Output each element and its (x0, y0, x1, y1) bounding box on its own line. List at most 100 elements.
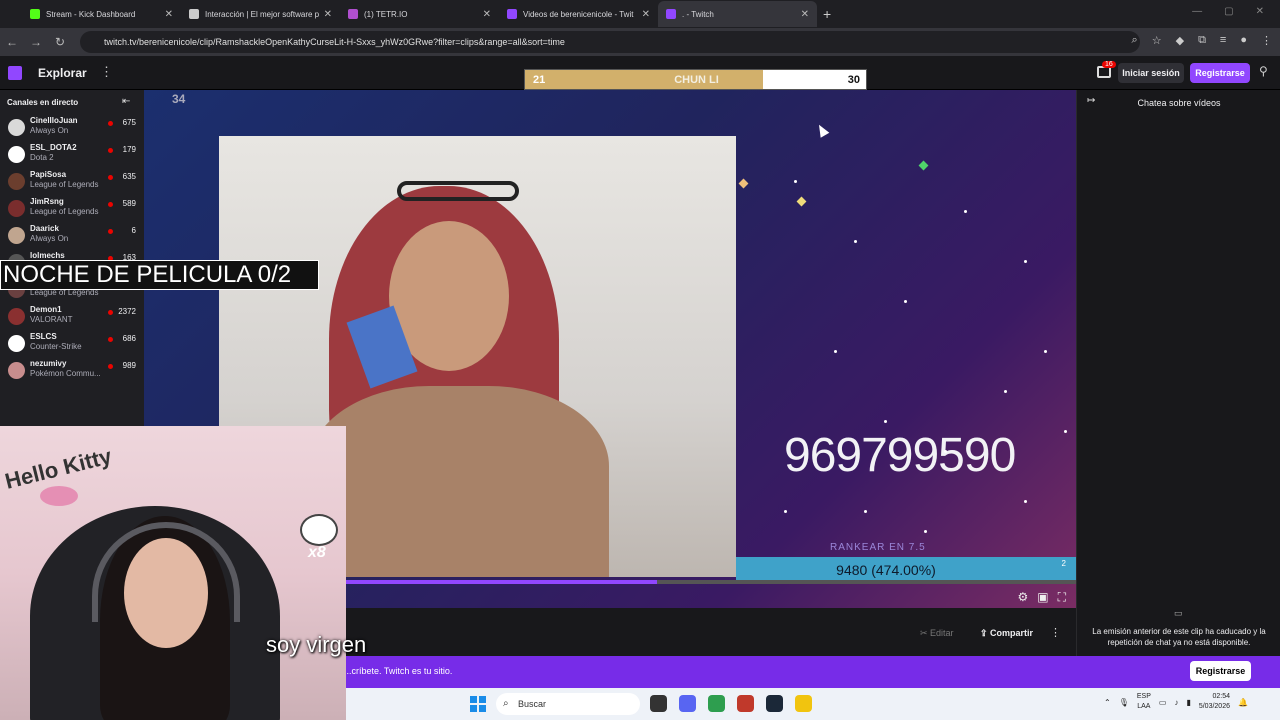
windows-start-icon[interactable] (470, 696, 486, 712)
live-channels-sidebar: Canales en directo ⇤ CinellloJuan Always … (0, 90, 144, 426)
reload-icon[interactable]: ↻ (48, 35, 72, 49)
notifications-icon[interactable]: 🔔 (1238, 698, 1248, 707)
explore-link[interactable]: Explorar (38, 66, 87, 80)
chrome-icon[interactable] (708, 695, 725, 712)
twitch-logo-icon[interactable] (8, 66, 22, 80)
left-value: 21 (533, 74, 546, 86)
close-tab-icon[interactable]: ✕ (801, 9, 809, 20)
more-icon[interactable]: ⋮ (100, 64, 113, 80)
star-particle (964, 210, 967, 213)
user-icon[interactable]: ⚲ (1259, 64, 1268, 78)
sidebar-channel[interactable]: PapiSosa League of Legends 635 (0, 170, 144, 197)
channel-game: Dota 2 (30, 153, 54, 162)
network-icon[interactable]: ▭ (1159, 698, 1167, 707)
star-particle (1044, 350, 1047, 353)
channel-avatar (8, 200, 25, 217)
clock-date: 5/03/2026 (1198, 703, 1230, 710)
browser-address-bar: ← → ↻ twitch.tv/berenicenicole/clip/Rams… (0, 28, 1280, 56)
new-tab-icon[interactable]: + (823, 6, 831, 22)
close-window-icon[interactable]: ✕ (1256, 6, 1264, 17)
channel-name: ESL_DOTA2 (30, 143, 77, 152)
tab-favicon-icon (666, 9, 676, 19)
sidebar-channel[interactable]: Demon1 VALORANT 2372 (0, 305, 144, 332)
zoom-icon[interactable]: ⌕ (1132, 34, 1138, 47)
clock[interactable]: 02:54 5/03/2026 (1199, 692, 1230, 712)
profile-icon[interactable]: ● (1240, 34, 1247, 47)
browser-tab[interactable]: Videos de berenicenicole - Twit ✕ (499, 1, 658, 27)
viewer-count: 675 (122, 118, 136, 127)
theatre-mode-icon[interactable]: ▣ (1037, 590, 1048, 605)
lang-line2: LAA (1137, 703, 1151, 710)
tab-title: . - Twitch (682, 9, 714, 19)
channel-name: lolmechs (30, 251, 65, 260)
clip-actions-bar: ✂ Editar ⇪ Compartir ⋮ (346, 608, 1076, 656)
browser-tab[interactable]: Interacción | El mejor software p ✕ (181, 1, 340, 27)
bookmark-star-icon[interactable]: ☆ (1152, 34, 1162, 47)
close-tab-icon[interactable]: ✕ (483, 9, 491, 20)
star-particle (1064, 430, 1067, 433)
register-button[interactable]: Registrarse (1190, 63, 1250, 83)
channel-avatar (8, 146, 25, 163)
close-tab-icon[interactable]: ✕ (642, 9, 650, 20)
volume-icon[interactable]: ♪ (1174, 698, 1178, 707)
steam-icon[interactable] (766, 695, 783, 712)
chat-panel: ↦ Chatea sobre vídeos ▭ La emisión anter… (1076, 90, 1280, 656)
sidebar-channel[interactable]: Daarick Always On 6 (0, 224, 144, 251)
app-icon[interactable] (795, 695, 812, 712)
star-particle (904, 300, 907, 303)
sidebar-channel[interactable]: ESLCS Counter-Strike 686 (0, 332, 144, 359)
signup-register-button[interactable]: Registrarse (1190, 661, 1251, 681)
taskbar-search-label: Buscar (518, 699, 547, 709)
sidebar-channel[interactable]: JimRsng League of Legends 589 (0, 197, 144, 224)
facecam-overlay: Hello Kitty x8 (0, 426, 346, 720)
obs-icon[interactable] (737, 695, 754, 712)
fullscreen-icon[interactable]: ⛶ (1058, 590, 1066, 605)
browser-tab[interactable]: Stream - Kick Dashboard ✕ (22, 1, 181, 27)
lang-line1: ESP (1136, 693, 1151, 700)
back-icon[interactable]: ← (0, 35, 24, 49)
confetti-particle (738, 178, 749, 189)
browser-tab[interactable]: (1) TETR.IO ✕ (340, 1, 499, 27)
tray-chevron-icon[interactable]: ⌃ (1104, 698, 1111, 707)
edit-button[interactable]: ✂ Editar (920, 628, 954, 639)
tab-title: Stream - Kick Dashboard (46, 9, 136, 19)
puzzle-icon[interactable]: ⧉ (1198, 34, 1206, 47)
close-tab-icon[interactable]: ✕ (165, 9, 173, 20)
stream-overlay-title: NOCHE DE PELICULA 0/2 (0, 260, 319, 290)
channel-game: League of Legends (30, 207, 99, 216)
sidebar-channel[interactable]: ESL_DOTA2 Dota 2 179 (0, 143, 144, 170)
forward-icon[interactable]: → (24, 35, 48, 49)
windows-taskbar: ⌕ Buscar ⌃ 🎙 ESP LAA ▭ ♪ ▮ 02:54 5/03/2026… (346, 688, 1280, 720)
sidebar-channel[interactable]: nezumivy Pokémon Commu... 989 (0, 359, 144, 386)
channel-avatar (8, 173, 25, 190)
maximize-icon[interactable]: ▢ (1224, 6, 1233, 17)
collapse-sidebar-icon[interactable]: ⇤ (122, 96, 130, 107)
login-button[interactable]: Iniciar sesión (1118, 63, 1184, 83)
channel-name: CinellloJuan (30, 116, 78, 125)
star-particle (944, 450, 947, 453)
more-options-icon[interactable]: ⋮ (1050, 626, 1061, 639)
channel-game: Pokémon Commu... (30, 369, 101, 378)
minimize-icon[interactable]: — (1192, 6, 1202, 17)
close-tab-icon[interactable]: ✕ (324, 9, 332, 20)
url-field[interactable]: twitch.tv/berenicenicole/clip/Ramshackle… (80, 31, 1140, 53)
sidebar-channel[interactable]: CinellloJuan Always On 675 (0, 116, 144, 143)
channel-avatar (8, 308, 25, 325)
media-icon[interactable]: ≡ (1220, 34, 1226, 47)
menu-icon[interactable]: ⋮ (1261, 34, 1272, 47)
right-value: 30 (847, 74, 860, 86)
task-view-icon[interactable] (650, 695, 667, 712)
channel-game: League of Legends (30, 180, 99, 189)
discord-icon[interactable] (679, 695, 696, 712)
taskbar-search[interactable]: ⌕ Buscar (496, 693, 640, 715)
share-button[interactable]: ⇪ Compartir (980, 628, 1033, 639)
battery-icon[interactable]: ▮ (1186, 698, 1190, 707)
microphone-icon[interactable]: 🎙 (1119, 698, 1129, 707)
url-text: twitch.tv/berenicenicole/clip/Ramshackle… (104, 37, 565, 47)
language-indicator[interactable]: ESP LAA (1137, 692, 1151, 712)
rank-bar: 9480 (474.00%) 2 (736, 557, 1076, 581)
browser-tab[interactable]: . - Twitch ✕ (658, 1, 817, 27)
settings-gear-icon[interactable]: ⚙ (1017, 590, 1028, 605)
extension-icon[interactable]: ◆ (1176, 34, 1184, 47)
star-particle (794, 180, 797, 183)
